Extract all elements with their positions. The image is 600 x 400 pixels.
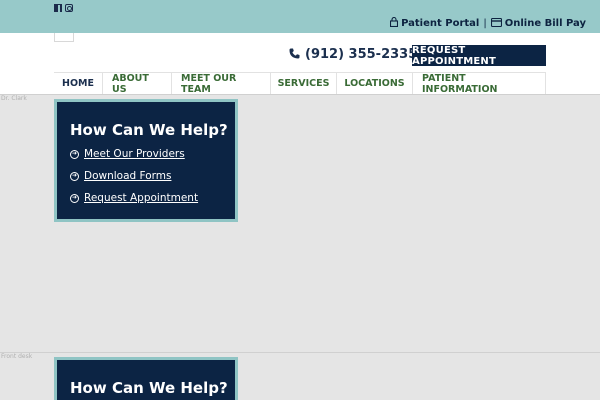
nav-about-us[interactable]: ABOUT US	[103, 73, 172, 95]
arrow-circle-icon: ➜	[70, 193, 79, 203]
download-forms-link[interactable]: Download Forms	[84, 170, 171, 182]
section-label: Dr. Clark	[1, 95, 27, 102]
help-link-item: ➜ Download Forms	[70, 165, 198, 187]
help-panel: How Can We Help?	[54, 357, 238, 400]
phone-number[interactable]: (912) 355-2335	[289, 47, 417, 62]
logo[interactable]	[54, 33, 74, 42]
social-links	[54, 4, 73, 12]
help-title: How Can We Help?	[70, 379, 228, 397]
arrow-circle-icon: ➜	[70, 149, 79, 159]
section-label: Front desk	[1, 353, 33, 360]
credit-card-icon	[490, 17, 502, 30]
nav-patient-information[interactable]: PATIENT INFORMATION	[413, 73, 546, 95]
lock-icon	[390, 16, 399, 30]
separator: |	[483, 18, 487, 29]
online-bill-pay-link[interactable]: Online Bill Pay	[505, 18, 586, 29]
help-links: ➜ Meet Our Providers ➜ Download Forms ➜ …	[70, 143, 198, 209]
help-title: How Can We Help?	[70, 121, 228, 139]
nav-locations[interactable]: LOCATIONS	[337, 73, 413, 94]
main-nav: HOME ABOUT US MEET OUR TEAM SERVICES LOC…	[54, 72, 546, 95]
phone-text: (912) 355-2335	[305, 47, 418, 62]
arrow-circle-icon: ➜	[70, 171, 79, 181]
request-appointment-button[interactable]: REQUEST APPOINTMENT	[412, 45, 546, 67]
facebook-icon[interactable]	[54, 4, 62, 12]
request-appointment-link[interactable]: Request Appointment	[84, 192, 198, 204]
phone-icon	[289, 48, 300, 62]
utility-links: Patient Portal | Online Bill Pay	[390, 16, 586, 30]
nav-meet-our-team[interactable]: MEET OUR TEAM	[172, 73, 271, 95]
help-link-item: ➜ Request Appointment	[70, 187, 198, 209]
meet-our-providers-link[interactable]: Meet Our Providers	[84, 148, 185, 160]
help-panel: How Can We Help? ➜ Meet Our Providers ➜ …	[54, 99, 238, 222]
patient-portal-link[interactable]: Patient Portal	[401, 18, 479, 29]
nav-home[interactable]: HOME	[54, 73, 103, 94]
top-bar: Patient Portal | Online Bill Pay	[0, 0, 600, 33]
instagram-icon[interactable]	[65, 4, 73, 12]
help-link-item: ➜ Meet Our Providers	[70, 143, 198, 165]
nav-services[interactable]: SERVICES	[271, 73, 337, 94]
